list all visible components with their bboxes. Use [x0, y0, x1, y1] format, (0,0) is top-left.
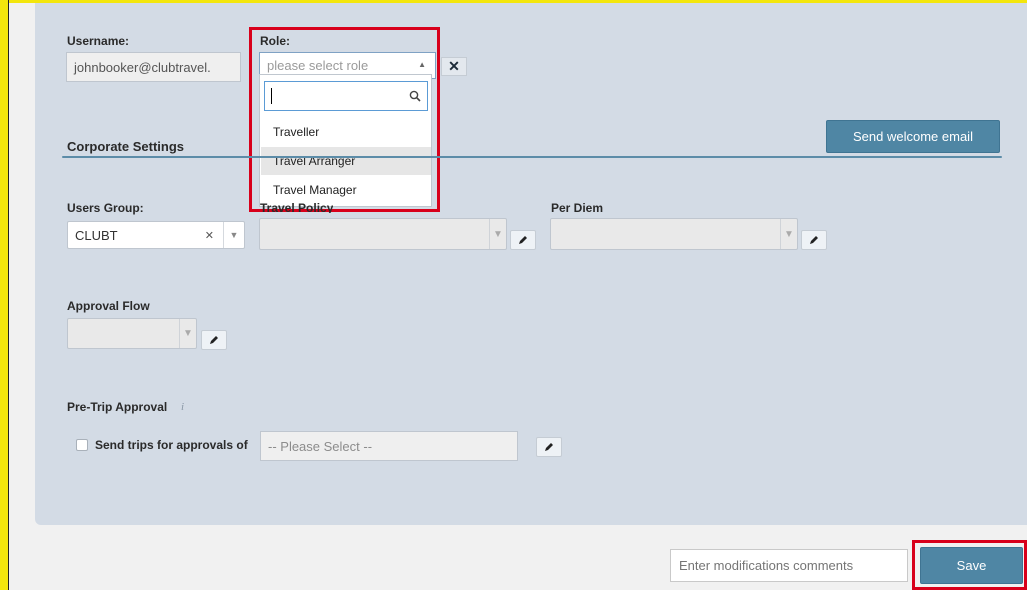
- pencil-icon: [545, 443, 553, 451]
- users-group-select[interactable]: CLUBT ✕ ▼: [67, 221, 245, 249]
- approval-flow-label: Approval Flow: [67, 299, 150, 313]
- username-value: johnbooker@clubtravel.: [74, 59, 211, 75]
- travel-policy-label: Travel Policy: [260, 201, 333, 213]
- window-left-border: [0, 0, 8, 590]
- role-highlight-box: [249, 27, 440, 212]
- pencil-icon: [210, 336, 218, 344]
- chevron-down-icon: ▼: [780, 219, 797, 249]
- window-left-edge: [8, 0, 9, 590]
- pencil-icon: [519, 236, 527, 244]
- travel-policy-select[interactable]: ▼: [259, 218, 507, 250]
- chevron-down-icon: ▼: [223, 222, 244, 248]
- username-label: Username:: [67, 34, 130, 48]
- edit-pretrip-button[interactable]: [536, 437, 562, 457]
- per-diem-select[interactable]: ▼: [550, 218, 798, 250]
- section-divider: [62, 156, 1002, 158]
- modification-comments-input[interactable]: [670, 549, 908, 582]
- pretrip-approval-label: Pre-Trip Approval: [67, 400, 168, 414]
- travel-policy-label-text: Travel Policy: [260, 201, 334, 213]
- per-diem-label: Per Diem: [551, 201, 604, 215]
- pencil-icon: [810, 236, 818, 244]
- corporate-settings-title: Corporate Settings: [67, 139, 185, 154]
- info-icon[interactable]: i: [181, 401, 184, 413]
- close-icon: ✕: [448, 58, 460, 74]
- chevron-down-icon: ▼: [489, 219, 506, 249]
- send-welcome-email-button[interactable]: Send welcome email: [826, 120, 1000, 153]
- pretrip-select-placeholder: -- Please Select --: [268, 438, 373, 454]
- send-trips-label: Send trips for approvals of: [95, 438, 248, 452]
- edit-per-diem-button[interactable]: [801, 230, 827, 250]
- users-group-value: CLUBT: [75, 227, 118, 243]
- send-trips-checkbox[interactable]: [76, 439, 88, 451]
- edit-travel-policy-button[interactable]: [510, 230, 536, 250]
- chevron-down-icon: ▼: [179, 319, 196, 348]
- pretrip-approvals-select[interactable]: -- Please Select --: [260, 431, 518, 461]
- approval-flow-select[interactable]: ▼: [67, 318, 197, 349]
- save-highlight-box: [912, 540, 1027, 590]
- username-field[interactable]: johnbooker@clubtravel.: [66, 52, 241, 82]
- edit-approval-flow-button[interactable]: [201, 330, 227, 350]
- users-group-label: Users Group:: [67, 201, 144, 215]
- clear-role-button[interactable]: ✕: [441, 57, 467, 76]
- clear-icon[interactable]: ✕: [205, 229, 214, 242]
